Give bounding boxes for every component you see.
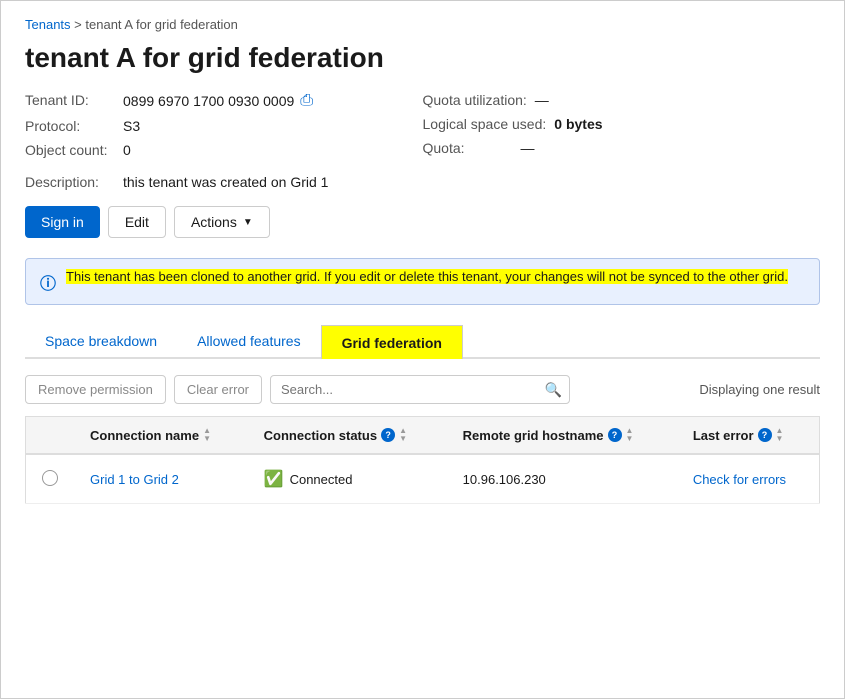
row-last-error: Check for errors: [677, 454, 820, 504]
sort-connection-name[interactable]: ▲ ▼: [203, 427, 211, 443]
edit-button[interactable]: Edit: [108, 206, 166, 238]
tab-grid-federation[interactable]: Grid federation: [321, 325, 463, 359]
sort-last-error[interactable]: ▲ ▼: [776, 427, 784, 443]
check-icon: ✅: [264, 469, 284, 489]
quota-utilization-row: Quota utilization: —: [423, 92, 821, 108]
th-connection-name: Connection name ▲ ▼: [74, 417, 248, 455]
th-remote-grid-hostname-label: Remote grid hostname: [463, 428, 604, 443]
logical-space-row: Logical space used: 0 bytes: [423, 116, 821, 132]
description-row: Description: this tenant was created on …: [25, 174, 820, 190]
row-select-cell: [26, 454, 75, 504]
tenant-id-row: Tenant ID: 0899 6970 1700 0930 0009 ⎙: [25, 92, 423, 110]
breadcrumb-separator: >: [74, 17, 85, 32]
tenant-info-right: Quota utilization: — Logical space used:…: [423, 92, 821, 158]
last-error-help-icon[interactable]: ?: [758, 428, 772, 442]
quota-label: Quota:: [423, 140, 513, 156]
actions-label: Actions: [191, 214, 237, 230]
tenant-info-left: Tenant ID: 0899 6970 1700 0930 0009 ⎙ Pr…: [25, 92, 423, 158]
table-header-row: Connection name ▲ ▼ Connection status ? …: [26, 417, 820, 455]
status-connected: ✅ Connected: [264, 469, 431, 489]
sign-in-button[interactable]: Sign in: [25, 206, 100, 238]
protocol-label: Protocol:: [25, 118, 115, 134]
tab-grid-federation-label: Grid federation: [342, 335, 442, 351]
logical-space-value: 0 bytes: [554, 116, 602, 132]
tab-space-breakdown[interactable]: Space breakdown: [25, 325, 177, 359]
quota-row: Quota: —: [423, 140, 821, 156]
tab-allowed-features[interactable]: Allowed features: [177, 325, 321, 359]
banner-highlight: This tenant has been cloned to another g…: [66, 269, 788, 284]
quota-utilization-label: Quota utilization:: [423, 92, 527, 108]
copy-icon[interactable]: ⎙: [300, 92, 313, 110]
object-count-label: Object count:: [25, 142, 115, 158]
remove-permission-button[interactable]: Remove permission: [25, 375, 166, 404]
tenant-id-value: 0899 6970 1700 0930 0009: [123, 93, 294, 109]
breadcrumb: Tenants > tenant A for grid federation: [25, 17, 820, 32]
banner-text: This tenant has been cloned to another g…: [66, 269, 788, 284]
row-remote-grid-hostname: 10.96.106.230: [447, 454, 677, 504]
remote-grid-hostname-help-icon[interactable]: ?: [608, 428, 622, 442]
th-connection-name-label: Connection name: [90, 428, 199, 443]
check-for-errors-link[interactable]: Check for errors: [693, 472, 786, 487]
logical-space-label: Logical space used:: [423, 116, 547, 132]
row-connection-status: ✅ Connected: [248, 454, 447, 504]
breadcrumb-parent[interactable]: Tenants: [25, 17, 71, 32]
tenant-info-grid: Tenant ID: 0899 6970 1700 0930 0009 ⎙ Pr…: [25, 92, 820, 158]
tab-allowed-features-label: Allowed features: [197, 333, 301, 349]
table-row: Grid 1 to Grid 2 ✅ Connected 10.96.106.2…: [26, 454, 820, 504]
quota-utilization-value: —: [535, 92, 549, 108]
breadcrumb-current: tenant A for grid federation: [85, 17, 238, 32]
tabs-row: Space breakdown Allowed features Grid fe…: [25, 325, 820, 359]
table-controls: Remove permission Clear error 🔍 Displayi…: [25, 375, 820, 404]
remote-grid-hostname-value: 10.96.106.230: [463, 472, 546, 487]
row-radio[interactable]: [42, 470, 58, 486]
sort-remote-grid-hostname[interactable]: ▲ ▼: [626, 427, 634, 443]
sort-connection-status[interactable]: ▲ ▼: [399, 427, 407, 443]
th-select: [26, 417, 75, 455]
object-count-row: Object count: 0: [25, 142, 423, 158]
info-icon: ⓘ: [40, 270, 56, 294]
protocol-row: Protocol: S3: [25, 118, 423, 134]
actions-button[interactable]: Actions ▼: [174, 206, 270, 238]
tenant-id-value-row: 0899 6970 1700 0930 0009 ⎙: [123, 92, 313, 110]
tab-space-breakdown-label: Space breakdown: [45, 333, 157, 349]
tenant-id-label: Tenant ID:: [25, 92, 115, 108]
th-connection-status-label: Connection status: [264, 428, 377, 443]
th-last-error-label: Last error: [693, 428, 754, 443]
th-connection-status: Connection status ? ▲ ▼: [248, 417, 447, 455]
search-input[interactable]: [270, 375, 570, 404]
th-remote-grid-hostname: Remote grid hostname ? ▲ ▼: [447, 417, 677, 455]
info-banner: ⓘ This tenant has been cloned to another…: [25, 258, 820, 305]
result-count: Displaying one result: [699, 382, 820, 397]
connection-status-value: Connected: [290, 472, 353, 487]
page-title: tenant A for grid federation: [25, 42, 820, 74]
object-count-value: 0: [123, 142, 131, 158]
quota-value: —: [521, 140, 535, 156]
description-label: Description:: [25, 174, 115, 190]
button-row: Sign in Edit Actions ▼: [25, 206, 820, 238]
data-table: Connection name ▲ ▼ Connection status ? …: [25, 416, 820, 504]
connection-status-help-icon[interactable]: ?: [381, 428, 395, 442]
chevron-down-icon: ▼: [243, 217, 253, 228]
row-connection-name: Grid 1 to Grid 2: [74, 454, 248, 504]
search-icon: 🔍: [545, 381, 562, 398]
description-value: this tenant was created on Grid 1: [123, 174, 328, 190]
protocol-value: S3: [123, 118, 140, 134]
connection-name-link[interactable]: Grid 1 to Grid 2: [90, 472, 179, 487]
clear-error-button[interactable]: Clear error: [174, 375, 262, 404]
search-box: 🔍: [270, 375, 570, 404]
th-last-error: Last error ? ▲ ▼: [677, 417, 820, 455]
